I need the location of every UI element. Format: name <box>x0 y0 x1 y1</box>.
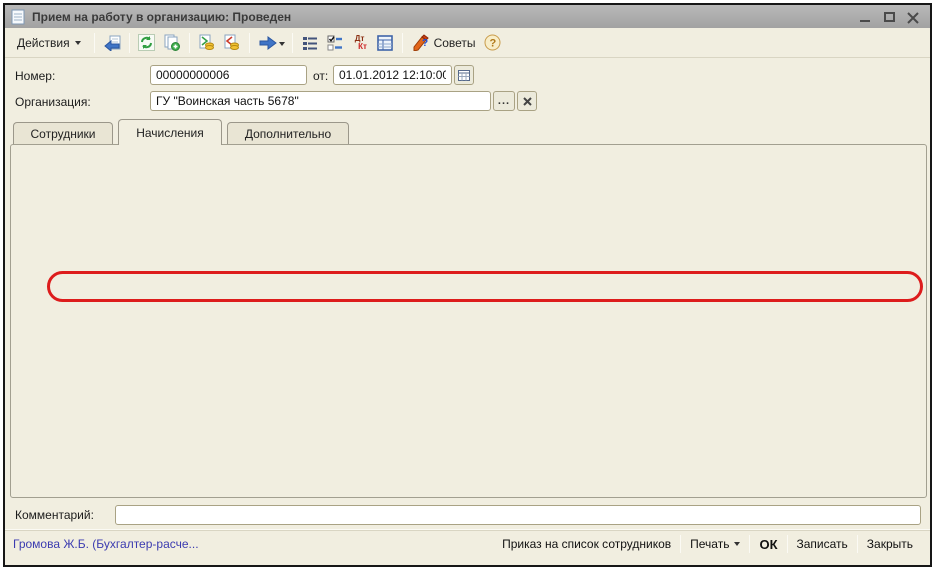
calendar-icon <box>458 69 470 81</box>
minimize-button[interactable] <box>858 10 872 24</box>
status-bar: Громова Ж.Б. (Бухгалтер-расче... Приказ … <box>5 530 930 557</box>
print-button-label: Печать <box>690 537 729 551</box>
dtkt-kt-label: Кт <box>358 43 367 51</box>
tab-additional[interactable]: Дополнительно <box>227 122 349 144</box>
dtkt-icon[interactable]: Дт Кт <box>349 32 371 54</box>
close-button[interactable]: Закрыть <box>858 534 922 555</box>
refresh-icon[interactable] <box>136 32 158 54</box>
document-movements-remove-icon[interactable] <box>221 32 243 54</box>
report-icon[interactable] <box>374 32 396 54</box>
maximize-button[interactable] <box>882 10 896 24</box>
organization-clear-button[interactable] <box>517 91 537 111</box>
write-button[interactable]: Записать <box>788 534 857 555</box>
copy-document-icon[interactable] <box>161 32 183 54</box>
order-list-button-label: Приказ на список сотрудников <box>502 537 671 551</box>
toolbar-separator <box>292 33 293 53</box>
current-user-label: Громова Ж.Б. (Бухгалтер-расче... <box>13 537 199 551</box>
organization-input[interactable] <box>150 91 491 111</box>
calendar-button[interactable] <box>454 65 474 85</box>
number-label: Номер: <box>15 69 55 83</box>
go-to-icon[interactable] <box>256 32 286 54</box>
tips-button[interactable]: ? Советы <box>409 34 479 51</box>
filter-settings-icon[interactable] <box>324 32 346 54</box>
actions-button-label: Действия <box>17 36 70 50</box>
clear-x-icon <box>523 97 532 106</box>
number-input[interactable] <box>150 65 307 85</box>
post-document-icon[interactable] <box>101 32 123 54</box>
tab-employees-label: Сотрудники <box>31 127 96 141</box>
document-movements-add-icon[interactable] <box>196 32 218 54</box>
svg-text:?: ? <box>422 38 428 49</box>
date-input[interactable] <box>333 65 452 85</box>
close-icon[interactable] <box>906 10 920 24</box>
toolbar-separator <box>94 33 95 53</box>
tab-accruals[interactable]: Начисления <box>118 119 222 145</box>
tab-additional-label: Дополнительно <box>245 127 331 141</box>
title-bar: Прием на работу в организацию: Проведен <box>5 5 930 28</box>
accruals-tab-panel <box>10 144 927 498</box>
organization-label: Организация: <box>15 95 91 109</box>
toolbar-separator <box>249 33 250 53</box>
tab-accruals-label: Начисления <box>136 126 204 140</box>
tips-icon: ? <box>412 34 430 51</box>
write-button-label: Записать <box>797 537 848 551</box>
actions-button[interactable]: Действия <box>10 32 88 54</box>
main-toolbar: Действия Дт <box>5 28 930 58</box>
comment-input[interactable] <box>115 505 921 525</box>
tab-employees[interactable]: Сотрудники <box>13 122 113 144</box>
print-button[interactable]: Печать <box>681 534 749 555</box>
document-window: Прием на работу в организацию: Проведен … <box>3 3 932 567</box>
toolbar-separator <box>402 33 403 53</box>
toolbar-separator <box>129 33 130 53</box>
ok-button-label: ОК <box>759 537 777 552</box>
toolbar-separator <box>189 33 190 53</box>
structure-icon[interactable] <box>299 32 321 54</box>
comment-label: Комментарий: <box>15 508 94 522</box>
window-title: Прием на работу в организацию: Проведен <box>32 10 291 24</box>
document-icon <box>11 9 26 25</box>
dropdown-caret-icon <box>734 542 740 546</box>
order-list-button[interactable]: Приказ на список сотрудников <box>493 534 680 555</box>
close-button-label: Закрыть <box>867 537 913 551</box>
ok-button[interactable]: ОК <box>750 534 786 555</box>
help-icon[interactable]: ? <box>482 32 504 54</box>
organization-lookup-button[interactable]: ... <box>493 91 515 111</box>
tips-button-label: Советы <box>434 36 476 50</box>
dropdown-caret-icon <box>75 41 81 45</box>
svg-text:?: ? <box>490 38 497 50</box>
date-label: от: <box>313 69 328 83</box>
